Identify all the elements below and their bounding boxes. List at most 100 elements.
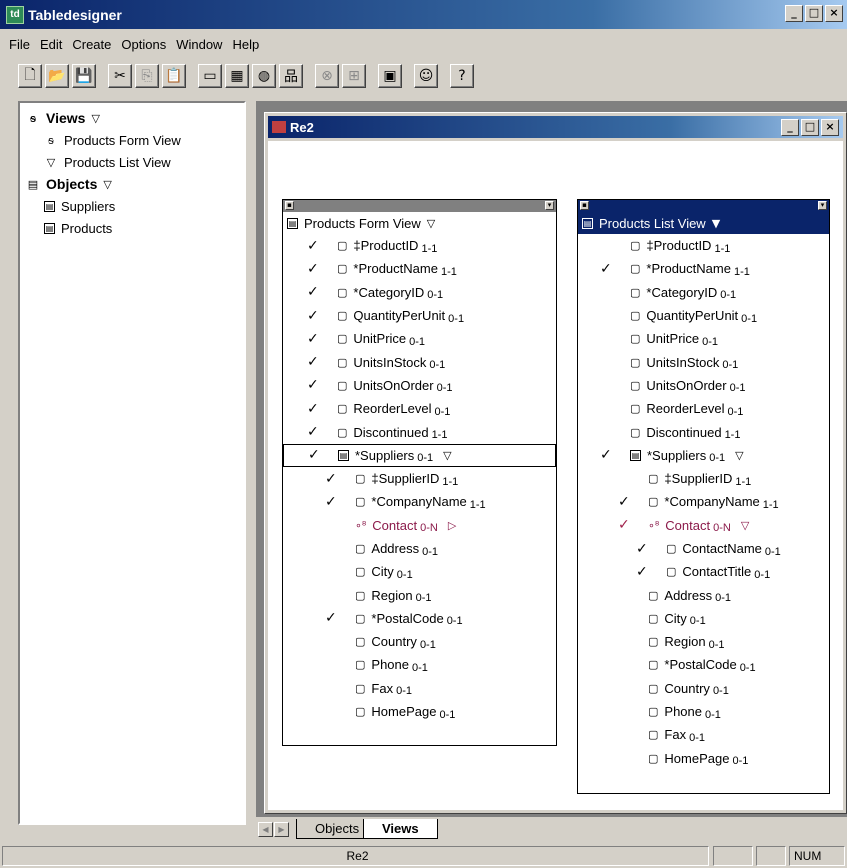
field-row[interactable]: ▢ Region 0-1 <box>283 583 556 606</box>
field-row[interactable]: ▢ Fax 0-1 <box>283 677 556 700</box>
field-row[interactable]: ▢ City 0-1 <box>578 607 829 630</box>
field-row[interactable]: ▢ HomePage 0-1 <box>578 747 829 770</box>
cut-icon[interactable]: ✂ <box>108 64 132 88</box>
list-view-header[interactable]: ▤ Products List View ▼ <box>578 212 829 234</box>
child-maximize-button[interactable]: □ <box>801 119 819 136</box>
panel-menu-icon[interactable]: ▪ <box>285 201 294 210</box>
field-row[interactable]: ▢ City 0-1 <box>283 560 556 583</box>
field-row[interactable]: ✓ ▢ ‡SupplierID 1-1 <box>283 467 556 490</box>
field-row[interactable]: ▢ ‡SupplierID 1-1 <box>578 467 829 490</box>
new-icon[interactable]: 🗋 <box>18 64 42 88</box>
collapse-icon[interactable]: ▽ <box>91 112 99 125</box>
field-row[interactable]: ▢ HomePage 0-1 <box>283 700 556 723</box>
field-row[interactable]: ∘⁸ Contact 0-N ▷ <box>283 514 556 537</box>
checkmark-icon[interactable]: ✓ <box>600 261 612 277</box>
checkmark-icon[interactable]: ✓ <box>618 517 630 533</box>
collapse-icon[interactable]: ▽ <box>427 217 435 230</box>
scroll-left-icon[interactable]: ◀ <box>258 822 273 837</box>
save-icon[interactable]: 💾 <box>72 64 96 88</box>
field-row[interactable]: ✓ ▢ UnitsInStock 0-1 <box>283 350 556 373</box>
menu-edit[interactable]: Edit <box>35 37 67 52</box>
checkmark-icon[interactable]: ✓ <box>307 401 319 417</box>
properties-icon[interactable]: ▣ <box>378 64 402 88</box>
field-row[interactable]: ▢ Fax 0-1 <box>578 723 829 746</box>
checkmark-icon[interactable]: ✓ <box>325 494 337 510</box>
tree-item-object[interactable]: ▤ Products <box>26 217 244 239</box>
checkmark-icon[interactable]: ✓ <box>600 447 612 463</box>
collapse-icon[interactable]: ▽ <box>103 178 111 191</box>
field-row[interactable]: ✓ ▢ ContactTitle 0-1 <box>578 560 829 583</box>
panel-caption[interactable]: ▪ ▾ <box>578 200 829 212</box>
field-row[interactable]: ✓ ▢ *ProductName 1-1 <box>578 257 829 280</box>
field-row[interactable]: ✓ ▢ ‡ProductID 1-1 <box>283 234 556 257</box>
checkmark-icon[interactable]: ✓ <box>307 284 319 300</box>
field-row[interactable]: ✓ ▢ ReorderLevel 0-1 <box>283 397 556 420</box>
tree-item-object[interactable]: ▤ Suppliers <box>26 195 244 217</box>
menu-create[interactable]: Create <box>67 37 116 52</box>
list-view-panel[interactable]: ▪ ▾ ▤ Products List View ▼ ▢ ‡ProductID 1-… <box>577 199 830 794</box>
tab-views[interactable]: Views <box>363 819 438 839</box>
checkmark-icon[interactable]: ✓ <box>307 424 319 440</box>
field-row[interactable]: ✓ ▢ Discontinued 1-1 <box>283 420 556 443</box>
maximize-button[interactable]: □ <box>805 5 823 22</box>
field-row[interactable]: ▢ Address 0-1 <box>578 583 829 606</box>
field-row[interactable]: ✓ ▢ *CategoryID 0-1 <box>283 281 556 304</box>
field-row[interactable]: ▢ Country 0-1 <box>283 630 556 653</box>
menu-file[interactable]: File <box>4 37 35 52</box>
paste-icon[interactable]: 📋 <box>162 64 186 88</box>
checkmark-icon[interactable]: ✓ <box>307 238 319 254</box>
collapse-icon[interactable]: ▽ <box>735 449 743 462</box>
checkmark-icon[interactable]: ✓ <box>636 541 648 557</box>
collapse-icon[interactable]: ▽ <box>741 519 749 532</box>
checkmark-icon[interactable]: ✓ <box>618 494 630 510</box>
checkmark-icon[interactable]: ✓ <box>325 610 337 626</box>
checkmark-icon[interactable]: ✓ <box>307 377 319 393</box>
panel-dropdown-icon[interactable]: ▾ <box>545 201 554 210</box>
table-icon[interactable]: ▦ <box>225 64 249 88</box>
field-row[interactable]: ✓ ▢ *CompanyName 1-1 <box>578 490 829 513</box>
open-icon[interactable]: 📂 <box>45 64 69 88</box>
checkmark-icon[interactable]: ✓ <box>307 308 319 324</box>
field-row[interactable]: ▢ Phone 0-1 <box>578 700 829 723</box>
field-row[interactable]: ✓ ▢ QuantityPerUnit 0-1 <box>283 304 556 327</box>
help-icon[interactable]: ? <box>450 64 474 88</box>
copy-icon[interactable]: ⎘ <box>135 64 159 88</box>
collapse-icon[interactable]: ▼ <box>712 217 720 230</box>
field-row[interactable]: ▢ QuantityPerUnit 0-1 <box>578 304 829 327</box>
tree-objects-header[interactable]: ▤ Objects ▽ <box>26 173 244 195</box>
comment-icon[interactable]: ☺ <box>414 64 438 88</box>
collapse-icon[interactable]: ▽ <box>443 449 451 462</box>
tree-item-view[interactable]: ᵴ Products Form View <box>26 129 244 151</box>
hierarchy-icon[interactable]: 品 <box>279 64 303 88</box>
field-row[interactable]: ✓ ▤ *Suppliers 0-1 ▽ <box>578 444 829 467</box>
field-row[interactable]: ▢ Region 0-1 <box>578 630 829 653</box>
checkmark-icon[interactable]: ✓ <box>636 564 648 580</box>
close-button[interactable]: × <box>825 5 843 22</box>
field-row[interactable]: ▢ Phone 0-1 <box>283 653 556 676</box>
field-row[interactable]: ✓ ▢ ContactName 0-1 <box>578 537 829 560</box>
field-row[interactable]: ▢ ‡ProductID 1-1 <box>578 234 829 257</box>
child-title-bar[interactable]: Re2 _ □ × <box>268 116 843 138</box>
tree-views-header[interactable]: ᵴ Views ▽ <box>26 107 244 129</box>
menu-help[interactable]: Help <box>227 37 264 52</box>
child-minimize-button[interactable]: _ <box>781 119 799 136</box>
tree-item-view[interactable]: ▽ Products List View <box>26 151 244 173</box>
menu-window[interactable]: Window <box>171 37 227 52</box>
form-icon[interactable]: ▭ <box>198 64 222 88</box>
field-row[interactable]: ▢ Address 0-1 <box>283 537 556 560</box>
panel-dropdown-icon[interactable]: ▾ <box>818 201 827 210</box>
field-row[interactable]: ✓ ▢ *ProductName 1-1 <box>283 257 556 280</box>
field-row[interactable]: ✓ ▢ UnitPrice 0-1 <box>283 327 556 350</box>
checkmark-icon[interactable]: ✓ <box>307 261 319 277</box>
child-close-button[interactable]: × <box>821 119 839 136</box>
form-view-panel[interactable]: ▪ ▾ ▤ Products Form View ▽ ✓ ▢ ‡ProductID 1… <box>282 199 557 746</box>
field-row[interactable]: ✓ ▢ *PostalCode 0-1 <box>283 607 556 630</box>
menu-options[interactable]: Options <box>116 37 171 52</box>
panel-menu-icon[interactable]: ▪ <box>580 201 589 210</box>
field-row[interactable]: ▢ UnitPrice 0-1 <box>578 327 829 350</box>
field-row[interactable]: ✓ ▢ UnitsOnOrder 0-1 <box>283 374 556 397</box>
field-row[interactable]: ✓ ∘⁸ Contact 0-N ▽ <box>578 514 829 537</box>
form-view-header[interactable]: ▤ Products Form View ▽ <box>283 212 556 234</box>
minimize-button[interactable]: _ <box>785 5 803 22</box>
checkmark-icon[interactable]: ✓ <box>307 354 319 370</box>
